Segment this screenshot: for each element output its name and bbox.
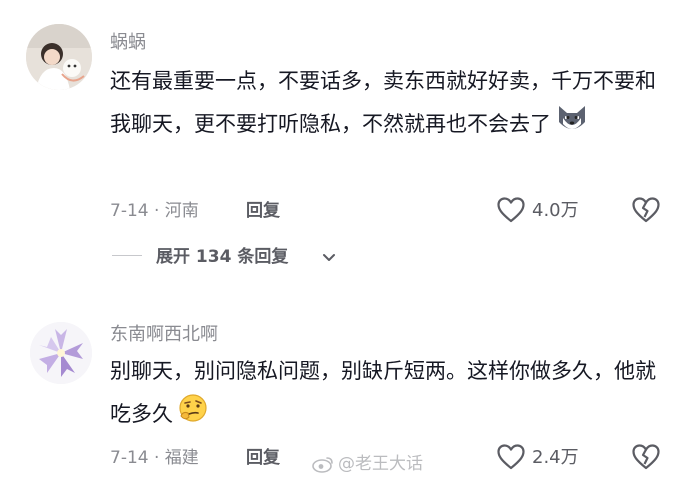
divider-line <box>112 255 142 256</box>
like-count: 2.4万 <box>532 447 579 468</box>
comment-meta: 7-14 · 河南 回复 4.0万 <box>0 192 690 226</box>
broken-heart-icon[interactable] <box>632 197 660 227</box>
like-count: 4.0万 <box>532 200 579 221</box>
reply-button[interactable]: 回复 <box>246 443 280 468</box>
expand-replies-label: 展开 134 条回复 <box>156 247 289 267</box>
thinking-face-emoji-icon <box>177 392 209 438</box>
avatar[interactable] <box>26 24 92 90</box>
username[interactable]: 蜗蜗 <box>110 28 146 54</box>
heart-icon[interactable] <box>497 444 525 474</box>
chevron-down-icon <box>322 248 336 267</box>
broken-heart-icon[interactable] <box>632 444 660 474</box>
weibo-logo-icon <box>312 457 333 473</box>
avatar[interactable] <box>30 322 92 384</box>
date-location: 7-14 · 河南 <box>110 201 199 221</box>
watermark-text: @老王大话 <box>338 454 423 474</box>
wolf-face-emoji-icon <box>555 102 589 148</box>
username[interactable]: 东南啊西北啊 <box>110 320 218 346</box>
heart-icon[interactable] <box>497 197 525 227</box>
comment-text: 别聊天，别问隐私问题，别缺斤短两。这样你做多久，他就吃多久 <box>110 350 670 438</box>
watermark: @老王大话 <box>312 449 423 474</box>
reply-button[interactable]: 回复 <box>246 196 280 221</box>
date-location: 7-14 · 福建 <box>110 448 199 468</box>
comment-text: 还有最重要一点，不要话多，卖东西就好好卖，千万不要和我聊天，更不要打听隐私，不然… <box>110 60 670 148</box>
